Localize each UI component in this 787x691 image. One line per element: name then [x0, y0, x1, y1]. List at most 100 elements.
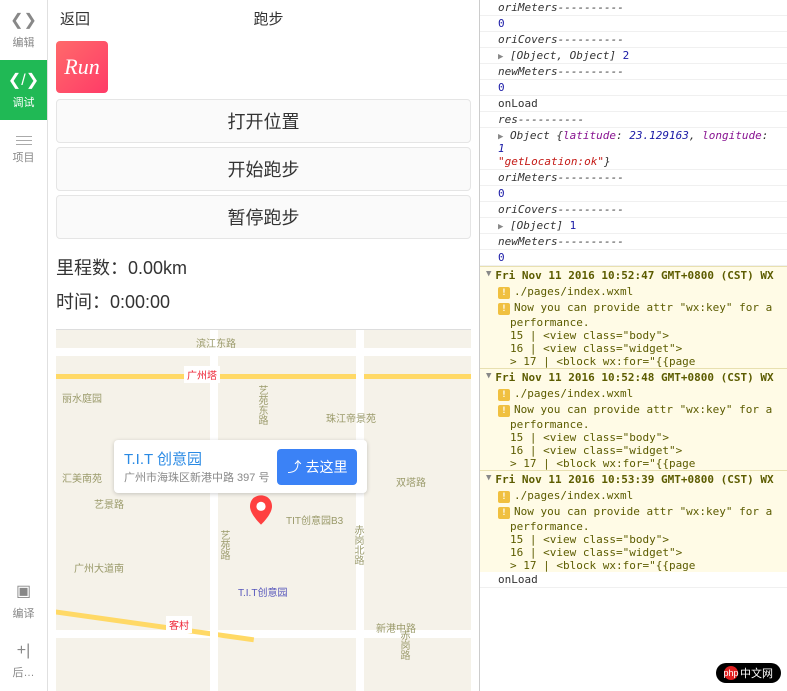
road-label: 赤岗北路 — [350, 525, 365, 565]
map-pin-icon — [250, 495, 272, 525]
debug-icon: ❮/❯ — [8, 70, 39, 90]
expand-icon[interactable]: ▶ — [498, 52, 503, 62]
warning-code: 16 | <view class="widget"> — [480, 546, 787, 559]
warning-icon: ! — [498, 303, 510, 315]
console-value: 0 — [498, 251, 505, 264]
warning-code: > 17 | <block wx:for="{{page — [480, 457, 787, 470]
road-label: 双塔路 — [396, 474, 426, 489]
go-here-button[interactable]: ⤴ 去这里 — [277, 449, 357, 485]
watermark: php 中文网 — [716, 663, 781, 683]
road-label: 汇美南苑 — [62, 470, 102, 485]
devtools-console[interactable]: oriMeters---------- 0 oriCovers---------… — [480, 0, 787, 691]
console-warning: ▼ Fri Nov 11 2016 10:53:39 GMT+0800 (CST)… — [480, 470, 787, 572]
sim-header: 返回 跑步 — [48, 0, 479, 37]
warning-timestamp: Fri Nov 11 2016 10:52:47 GMT+0800 (CST) … — [495, 269, 773, 282]
warning-message: Now you can provide attr "wx:key" for a — [514, 505, 772, 518]
road-label: 艺苑东路 — [254, 385, 269, 425]
warning-icon: ! — [498, 491, 510, 503]
road-label: TIT创意园B3 — [286, 512, 343, 527]
road-label: 广州大道南 — [74, 560, 124, 575]
console-text: newMeters---------- — [498, 235, 624, 248]
compile-icon: ▣ — [16, 581, 31, 601]
console-text: newMeters---------- — [498, 65, 624, 78]
map-callout[interactable]: T.I.T 创意园 广州市海珠区新港中路 397 号 ⤴ 去这里 — [114, 440, 367, 493]
road-label: 艺苑路 — [216, 530, 231, 560]
map[interactable]: 滨江东路 广州塔 丽水庭园 珠江帝景苑 汇美南苑 双塔路 艺景路 TIT创意园B… — [56, 329, 471, 691]
console-object[interactable]: [Object] — [510, 219, 563, 232]
console-text: oriCovers---------- — [498, 203, 624, 216]
road-label: T.I.T创意园 — [238, 584, 287, 599]
road-label: 赤岗路 — [396, 630, 411, 660]
warning-timestamp: Fri Nov 11 2016 10:53:39 GMT+0800 (CST) … — [495, 473, 773, 486]
start-run-button[interactable]: 开始跑步 — [56, 147, 471, 191]
warning-code: 16 | <view class="widget"> — [480, 444, 787, 457]
console-value: 0 — [498, 81, 505, 94]
mileage-label: 里程数： — [56, 258, 128, 278]
nav-label: 编译 — [13, 605, 35, 621]
warning-code: > 17 | <block wx:for="{{page — [480, 559, 787, 572]
console-text: onLoad — [498, 573, 538, 586]
warning-code: performance. — [480, 520, 787, 533]
left-nav: ❮❯ 编辑 ❮/❯ 调试 项目 ▣ 编译 +| 后… — [0, 0, 48, 691]
road-label: 丽水庭园 — [62, 390, 102, 405]
warning-icon: ! — [498, 507, 510, 519]
sim-body: Run 打开位置 开始跑步 暂停跑步 里程数：0.00km 时间：0:00:00… — [48, 37, 479, 691]
console-text: onLoad — [498, 97, 538, 110]
nav-label: 编辑 — [13, 34, 35, 50]
code-icon: ❮❯ — [10, 10, 37, 30]
mileage-value: 0.00km — [128, 258, 187, 278]
expand-icon[interactable]: ▶ — [498, 222, 503, 232]
page-title: 跑步 — [70, 8, 467, 29]
warning-code: > 17 | <block wx:for="{{page — [480, 355, 787, 368]
console-text: oriMeters---------- — [498, 1, 624, 14]
php-icon: php — [724, 666, 738, 680]
console-object[interactable]: [Object, Object] — [510, 49, 616, 62]
nav-edit[interactable]: ❮❯ 编辑 — [0, 0, 47, 60]
console-warning: ▼ Fri Nov 11 2016 10:52:48 GMT+0800 (CST)… — [480, 368, 787, 470]
route-icon: ⤴ — [287, 457, 301, 477]
app-logo: Run — [56, 41, 108, 93]
warning-file: ./pages/index.wxml — [514, 387, 633, 400]
road-label: 滨江东路 — [196, 335, 236, 350]
warning-file: ./pages/index.wxml — [514, 285, 633, 298]
open-location-button[interactable]: 打开位置 — [56, 99, 471, 143]
metro-label: 广州塔 — [184, 366, 220, 383]
warning-message: Now you can provide attr "wx:key" for a — [514, 403, 772, 416]
warning-timestamp: Fri Nov 11 2016 10:52:48 GMT+0800 (CST) … — [495, 371, 773, 384]
nav-label: 项目 — [13, 149, 35, 165]
warning-code: 16 | <view class="widget"> — [480, 342, 787, 355]
collapse-icon[interactable]: ▼ — [486, 371, 491, 384]
simulator: 返回 跑步 Run 打开位置 开始跑步 暂停跑步 里程数：0.00km 时间：0… — [48, 0, 480, 691]
warning-icon: ! — [498, 405, 510, 417]
nav-debug[interactable]: ❮/❯ 调试 — [0, 60, 47, 120]
warning-icon: ! — [498, 389, 510, 401]
warning-message: Now you can provide attr "wx:key" for a — [514, 301, 772, 314]
nav-compile[interactable]: ▣ 编译 — [0, 571, 47, 631]
warning-code: 15 | <view class="body"> — [480, 329, 787, 342]
callout-subtitle: 广州市海珠区新港中路 397 号 — [124, 469, 269, 485]
warning-icon: ! — [498, 287, 510, 299]
nav-label: 调试 — [13, 94, 35, 110]
nav-project[interactable]: 项目 — [0, 120, 47, 180]
console-text: oriCovers---------- — [498, 33, 624, 46]
warning-code: 15 | <view class="body"> — [480, 533, 787, 546]
console-value: 1 — [570, 219, 577, 232]
expand-icon[interactable]: ▶ — [498, 132, 503, 142]
console-value: 2 — [623, 49, 630, 62]
collapse-icon[interactable]: ▼ — [486, 269, 491, 282]
console-text: oriMeters---------- — [498, 171, 624, 184]
pause-run-button[interactable]: 暂停跑步 — [56, 195, 471, 239]
time-label: 时间： — [56, 292, 110, 312]
warning-code: performance. — [480, 316, 787, 329]
road-label: 珠江帝景苑 — [326, 410, 376, 425]
nav-more[interactable]: +| 后… — [0, 631, 47, 691]
warning-file: ./pages/index.wxml — [514, 489, 633, 502]
time-value: 0:00:00 — [110, 292, 170, 312]
collapse-icon[interactable]: ▼ — [486, 473, 491, 486]
go-label: 去这里 — [305, 457, 347, 477]
plus-icon: +| — [17, 642, 31, 660]
warning-code: 15 | <view class="body"> — [480, 431, 787, 444]
console-value: 0 — [498, 17, 505, 30]
metro-label: 客村 — [166, 616, 192, 633]
console-value: 0 — [498, 187, 505, 200]
